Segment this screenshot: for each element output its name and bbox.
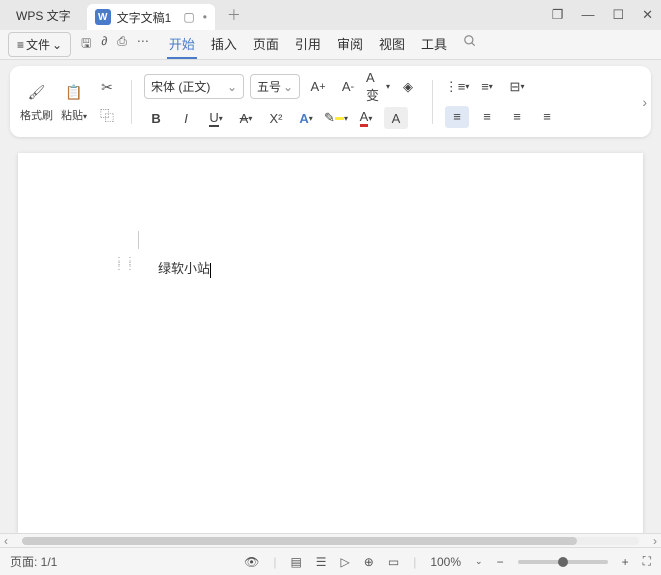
- menubar: ≡ 文件 ⌄ 🖫 ∂ ⎙ ⋯ 开始 插入 页面 引用 审阅 视图 工具: [0, 30, 661, 60]
- view-page-icon[interactable]: ▤: [290, 555, 301, 569]
- page[interactable]: ⋮⋮⋮⋮ 绿软小站: [18, 153, 643, 533]
- separator: [131, 80, 132, 124]
- zoom-level[interactable]: 100%: [430, 555, 461, 569]
- text-effect-button[interactable]: A▾: [294, 107, 318, 129]
- tab-view[interactable]: 视图: [377, 30, 407, 59]
- new-tab-button[interactable]: ＋: [227, 5, 241, 25]
- statusbar: 页面: 1/1 👁 | ▤ ☰ ▷ ⊕ ▭ | 100% ⌄ − + ⛶: [0, 547, 661, 575]
- margin-indicator: [138, 231, 139, 249]
- zoom-out-button[interactable]: −: [497, 555, 504, 569]
- change-case-icon[interactable]: A变▾: [366, 76, 390, 98]
- highlight-button[interactable]: ✎▾: [324, 107, 348, 129]
- clear-format-icon[interactable]: ◈: [396, 76, 420, 98]
- view-web-icon[interactable]: ⊕: [364, 555, 374, 569]
- ribbon-tabs: 开始 插入 页面 引用 审阅 视图 工具: [167, 30, 479, 59]
- tab-start[interactable]: 开始: [167, 30, 197, 59]
- app-name: WPS 文字: [8, 7, 79, 24]
- tab-reference[interactable]: 引用: [293, 30, 323, 59]
- zoom-in-button[interactable]: +: [622, 555, 629, 569]
- strikethrough-button[interactable]: A▾: [234, 107, 258, 129]
- share-icon[interactable]: ∂: [101, 34, 107, 55]
- chevron-down-icon: ⌄: [52, 38, 62, 52]
- align-right-button[interactable]: ≡: [505, 106, 529, 128]
- scroll-thumb[interactable]: [22, 537, 577, 545]
- bullets-button[interactable]: ⋮≡▾: [445, 76, 469, 98]
- view-outline-icon[interactable]: ☰: [316, 555, 327, 569]
- copy-icon[interactable]: ⿻: [95, 104, 119, 128]
- close-button[interactable]: ✕: [642, 7, 653, 23]
- shading-button[interactable]: A: [384, 107, 408, 129]
- cut-icon[interactable]: ✂: [95, 76, 119, 100]
- drag-handle-icon[interactable]: ⋮⋮⋮⋮: [114, 259, 136, 269]
- horizontal-scrollbar[interactable]: ‹ ›: [0, 533, 661, 547]
- maximize-button[interactable]: ☐: [612, 7, 624, 23]
- zoom-dropdown-icon[interactable]: ⌄: [475, 556, 483, 567]
- titlebar: WPS 文字 W 文字文稿1 ▢ • ＋ ❐ — ☐ ✕: [0, 0, 661, 30]
- scroll-right-icon[interactable]: ›: [653, 534, 657, 548]
- doc-type-icon: W: [95, 9, 111, 25]
- tab-dot-icon[interactable]: •: [203, 10, 207, 24]
- format-painter-group: 🖌 格式刷: [20, 81, 53, 123]
- view-eye-icon[interactable]: 👁: [244, 555, 259, 569]
- increase-font-icon[interactable]: A+: [306, 76, 330, 98]
- align-justify-button[interactable]: ≡: [535, 106, 559, 128]
- align-center-button[interactable]: ≡: [475, 106, 499, 128]
- italic-button[interactable]: I: [174, 107, 198, 129]
- search-icon[interactable]: [461, 30, 479, 59]
- document-tab[interactable]: W 文字文稿1 ▢ •: [87, 4, 215, 30]
- align-left-button[interactable]: ≡: [445, 106, 469, 128]
- paste-group: 📋 粘贴▾: [61, 81, 87, 123]
- font-size-select[interactable]: 五号⌄: [250, 74, 300, 99]
- format-painter-icon[interactable]: 🖌: [25, 81, 49, 105]
- expand-ribbon-icon[interactable]: ›: [642, 94, 647, 110]
- tab-title: 文字文稿1: [117, 9, 172, 26]
- superscript-button[interactable]: X²: [264, 107, 288, 129]
- tab-insert[interactable]: 插入: [209, 30, 239, 59]
- underline-button[interactable]: U▾: [204, 107, 228, 129]
- font-color-button[interactable]: A▾: [354, 107, 378, 129]
- paste-icon[interactable]: 📋: [62, 81, 86, 105]
- multilevel-button[interactable]: ⊟▾: [505, 76, 529, 98]
- tab-page[interactable]: 页面: [251, 30, 281, 59]
- tab-window-icon[interactable]: ▢: [183, 10, 194, 24]
- view-play-icon[interactable]: ▷: [341, 555, 350, 569]
- hamburger-icon: ≡: [17, 38, 24, 52]
- bold-button[interactable]: B: [144, 107, 168, 129]
- tab-review[interactable]: 审阅: [335, 30, 365, 59]
- decrease-font-icon[interactable]: A-: [336, 76, 360, 98]
- document-text[interactable]: 绿软小站: [158, 258, 211, 278]
- numbering-button[interactable]: ≡▾: [475, 76, 499, 98]
- ribbon: 🖌 格式刷 📋 粘贴▾ ✂ ⿻ 宋体 (正文)⌄ 五号⌄ A+ A- A变▾ ◈…: [10, 66, 651, 137]
- file-menu[interactable]: ≡ 文件 ⌄: [8, 32, 71, 57]
- font-name-select[interactable]: 宋体 (正文)⌄: [144, 74, 244, 99]
- tab-tools[interactable]: 工具: [419, 30, 449, 59]
- scroll-left-icon[interactable]: ‹: [4, 534, 8, 548]
- print-icon[interactable]: ⎙: [117, 34, 127, 55]
- page-info[interactable]: 页面: 1/1: [10, 553, 57, 570]
- separator: [432, 80, 433, 124]
- save-icon[interactable]: 🖫: [81, 34, 91, 55]
- fullscreen-icon[interactable]: ⛶: [643, 554, 651, 569]
- compact-mode-icon[interactable]: ❐: [552, 7, 564, 23]
- paste-label: 粘贴▾: [61, 107, 87, 123]
- minimize-button[interactable]: —: [581, 7, 594, 23]
- document-canvas[interactable]: ⋮⋮⋮⋮ 绿软小站: [0, 143, 661, 533]
- more-icon[interactable]: ⋯: [137, 34, 149, 55]
- view-reading-icon[interactable]: ▭: [388, 555, 399, 569]
- zoom-slider[interactable]: [518, 560, 608, 564]
